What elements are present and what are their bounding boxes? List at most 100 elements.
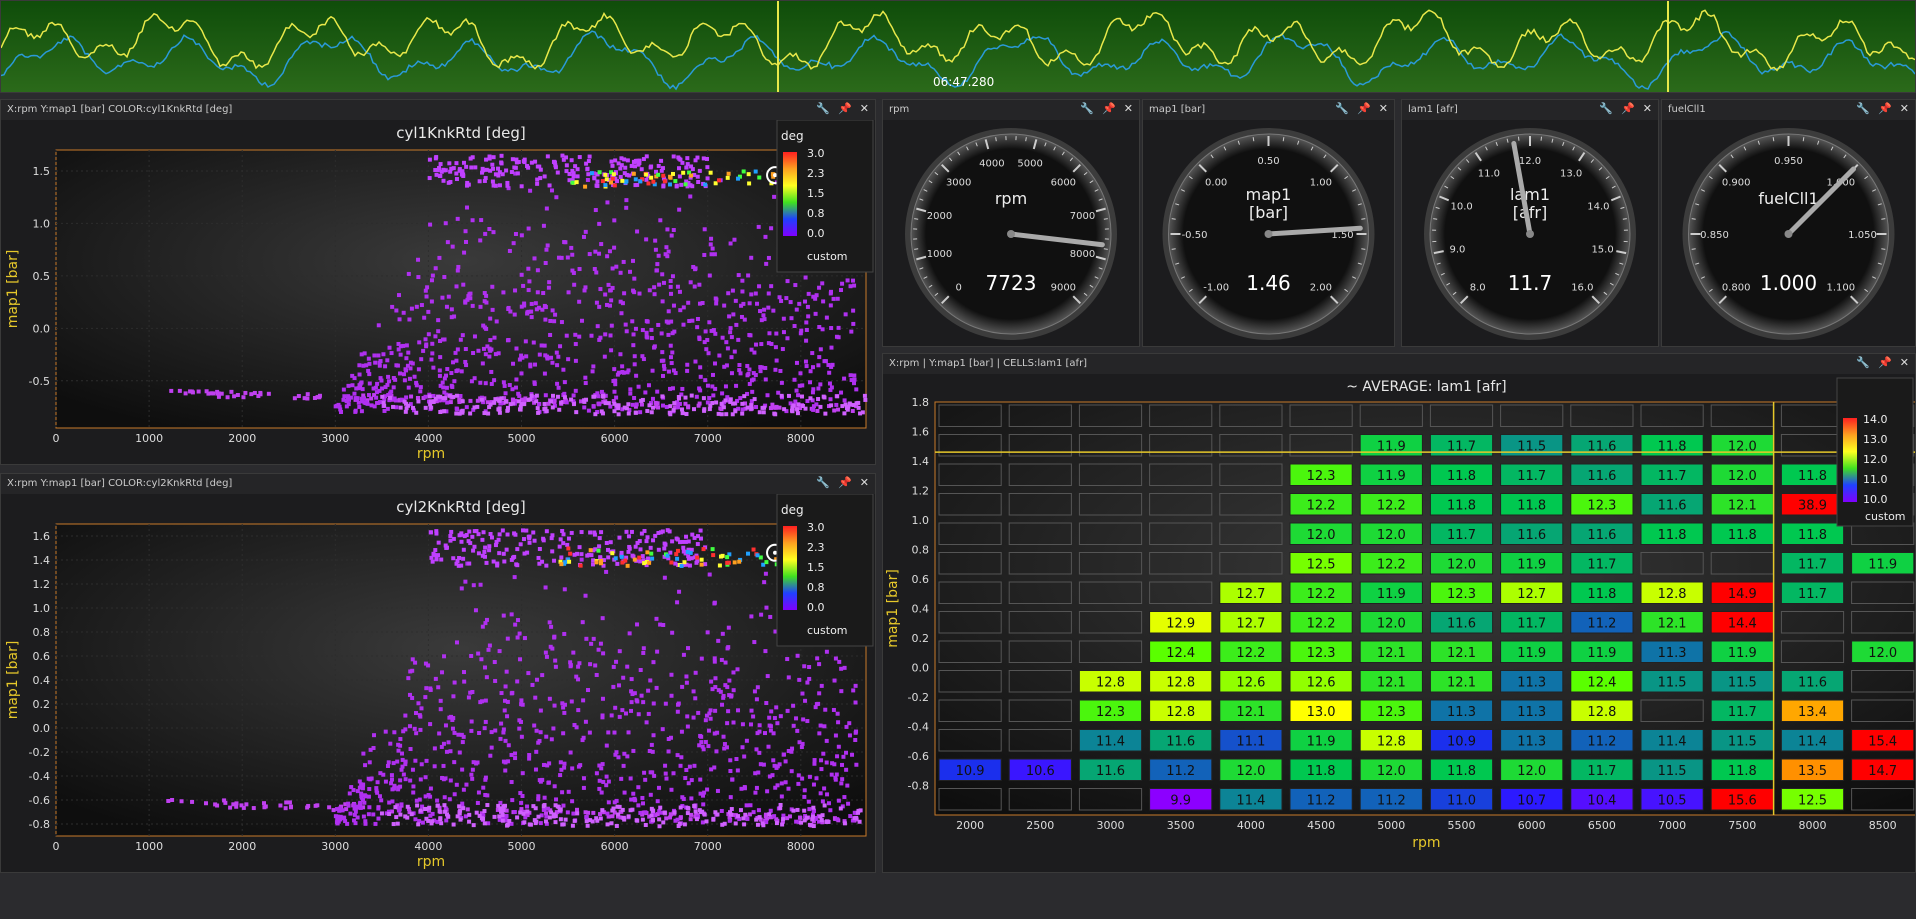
close-icon[interactable]: ✕ (1124, 102, 1133, 115)
scatter-point (562, 395, 567, 400)
close-icon[interactable]: ✕ (860, 476, 869, 489)
scatter-point (481, 785, 486, 790)
scatter-point (778, 714, 783, 719)
scatter-point (831, 296, 836, 301)
scatter-chart-1[interactable]: cyl1KnkRtd [deg]0 1000 2000 3000 4000 5000 600… (1, 120, 875, 464)
scatter-point (687, 319, 692, 324)
scatter-point (628, 776, 633, 781)
scatter-point (581, 776, 586, 781)
scatter-point (372, 733, 377, 738)
scatter-point (851, 308, 856, 313)
pin-icon[interactable]: 📌 (1621, 102, 1635, 115)
pin-icon[interactable]: 📌 (838, 476, 852, 489)
scatter-point (383, 779, 388, 784)
scatter-point (829, 403, 834, 408)
wrench-icon[interactable]: 🔧 (1335, 102, 1349, 115)
wrench-icon[interactable]: 🔧 (1599, 102, 1613, 115)
scatter-point (482, 665, 487, 670)
scatter-point (515, 815, 520, 820)
scatter-point (418, 385, 423, 390)
close-icon[interactable]: ✕ (1379, 102, 1388, 115)
scatter-point (387, 379, 392, 384)
scatter-point (460, 740, 465, 745)
scatter-point (633, 158, 638, 163)
scatter-point (501, 380, 506, 385)
scatter-point (391, 385, 396, 390)
scatter-point (611, 684, 616, 689)
scatter-point (769, 226, 774, 231)
scatter-point (390, 304, 395, 309)
wrench-icon[interactable]: 🔧 (1080, 102, 1094, 115)
pin-icon[interactable]: 📌 (1878, 102, 1892, 115)
close-icon[interactable]: ✕ (860, 102, 869, 115)
scatter-point (513, 385, 518, 390)
scatter-point (802, 808, 807, 813)
scatter-point (670, 630, 675, 635)
scatter-point (373, 360, 378, 365)
scatter-point (807, 676, 812, 681)
table-cell-value: 11.8 (1517, 498, 1546, 513)
scatter-point (756, 770, 761, 775)
close-icon[interactable]: ✕ (1900, 356, 1909, 369)
wrench-icon[interactable]: 🔧 (816, 102, 830, 115)
scatter-point (675, 537, 680, 542)
scatter-point (492, 814, 497, 819)
scatter-point (625, 158, 630, 163)
scatter-point (596, 647, 601, 652)
scatter-point (454, 171, 459, 176)
x-tick-label: 3500 (1167, 819, 1195, 832)
wrench-icon[interactable]: 🔧 (1856, 356, 1870, 369)
scatter-point (753, 169, 758, 174)
x-tick-label: 3000 (321, 840, 349, 853)
scatter-point (411, 784, 416, 789)
y-tick-label: 1.0 (33, 217, 51, 230)
scatter-point (532, 256, 537, 261)
scatter-point (672, 401, 677, 406)
scatter-point (646, 688, 651, 693)
scatter-point (623, 165, 628, 170)
pin-icon[interactable]: 📌 (1102, 102, 1116, 115)
scatter-point (773, 367, 778, 372)
scatter-point (649, 175, 654, 180)
scatter-point (761, 823, 766, 828)
pin-icon[interactable]: 📌 (838, 102, 852, 115)
scatter-point (763, 366, 768, 371)
scatter-point (842, 665, 847, 670)
scatter-point (487, 643, 492, 648)
scatter-point (754, 342, 759, 347)
scatter-point (660, 299, 665, 304)
scatter-point (542, 803, 547, 808)
scatter-point (681, 305, 686, 310)
scatter-point (404, 356, 409, 361)
scatter-point (432, 746, 437, 751)
wrench-icon[interactable]: 🔧 (816, 476, 830, 489)
scatter-point (839, 781, 844, 786)
scatter-point (669, 233, 674, 238)
scatter-chart-2[interactable]: cyl2KnkRtd [deg]0 1000 2000 3000 4000 5000 600… (1, 494, 875, 872)
scatter-point (476, 532, 481, 537)
scatter-point (795, 653, 800, 658)
scatter-point (625, 754, 630, 759)
close-icon[interactable]: ✕ (1643, 102, 1652, 115)
scatter-point (488, 168, 493, 173)
scatter-point (753, 291, 758, 296)
scatter-point (587, 730, 592, 735)
scatter-point (806, 314, 811, 319)
pin-icon[interactable]: 📌 (1878, 356, 1892, 369)
scatter-point (626, 411, 631, 416)
scatter-point (621, 675, 626, 680)
gauge-tick-label: 8000 (1070, 249, 1095, 260)
wrench-icon[interactable]: 🔧 (1856, 102, 1870, 115)
scatter-point (715, 788, 720, 793)
heatmap-chart[interactable]: ~ AVERAGE: lam1 [afr]2000 2500 3000 3500 400… (883, 374, 1915, 872)
scatter-point (501, 290, 506, 295)
scatter-point (633, 177, 638, 182)
x-tick-label: 0 (53, 840, 60, 853)
scatter-point (603, 172, 608, 177)
scatter-point (571, 174, 576, 179)
scatter-point (698, 374, 703, 379)
scatter-point (597, 251, 602, 256)
timeline-panel[interactable]: 06:47.280 (0, 0, 1916, 93)
close-icon[interactable]: ✕ (1900, 102, 1909, 115)
pin-icon[interactable]: 📌 (1357, 102, 1371, 115)
